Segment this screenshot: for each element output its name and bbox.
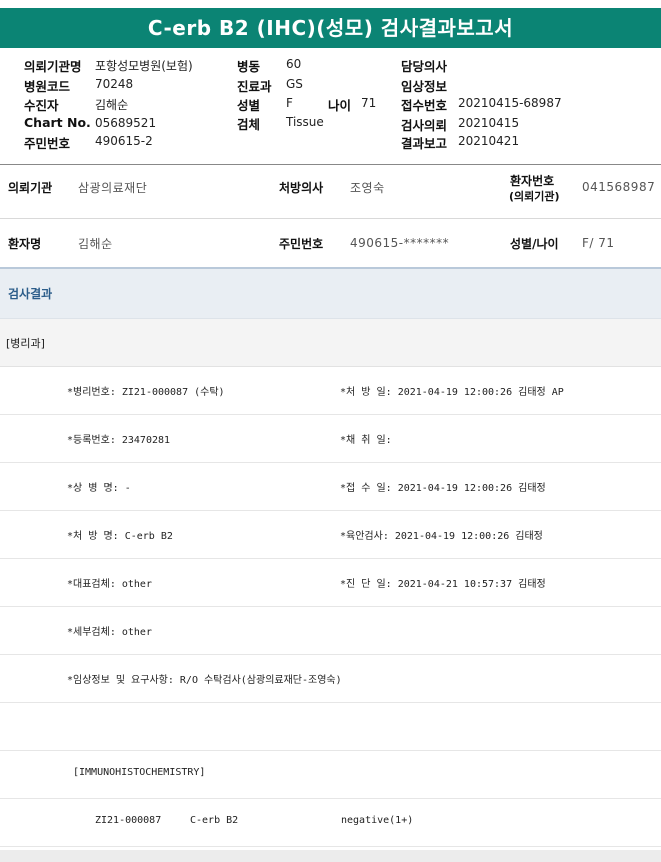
info-row-1: 의뢰기관 삼광의료재단 처방의사 조영숙 환자번호 (의뢰기관) 0415689… bbox=[0, 168, 661, 219]
result-section-title: 검사결과 bbox=[8, 287, 53, 301]
doctor-label: 담당의사 bbox=[401, 59, 448, 74]
clinical-info-label: 임상정보 bbox=[401, 79, 448, 94]
result-row: ZI21-000087 C-erb B2 negative(1+) bbox=[0, 799, 661, 847]
rrn-value: 490615-******* bbox=[350, 236, 450, 250]
chart-no-label: Chart No. bbox=[24, 115, 91, 130]
ihc-number: ZI21-000087 bbox=[95, 815, 162, 826]
sex-label: 성별 bbox=[237, 98, 261, 113]
diagnosis-date: *진 단 일: 2021-04-21 10:57:37 김태정 bbox=[340, 579, 546, 590]
sex-age-value: F/ 71 bbox=[582, 236, 615, 250]
result-row-empty bbox=[0, 703, 661, 751]
department-value: GS bbox=[286, 77, 303, 91]
patient-no-sublabel: (의뢰기관) bbox=[509, 190, 560, 203]
receipt-no-value: 20210415-68987 bbox=[458, 96, 562, 110]
representative-specimen: *대표검체: other bbox=[67, 579, 152, 590]
prescription-name: *처 방 명: C-erb B2 bbox=[67, 531, 173, 542]
pathology-subsection: [병리과] bbox=[0, 319, 661, 367]
result-row: [IMMUNOHISTOCHEMISTRY] bbox=[0, 751, 661, 799]
ward-value: 60 bbox=[286, 57, 302, 71]
patient-name-label: 환자명 bbox=[8, 237, 42, 251]
ihc-marker: C-erb B2 bbox=[190, 815, 239, 826]
report-header: 의뢰기관명 포항성모병원(보험) 병원코드 70248 수진자 김해순 Char… bbox=[0, 48, 661, 165]
department-label: 진료과 bbox=[237, 79, 272, 94]
patient-label: 수진자 bbox=[24, 98, 59, 113]
result-row: *상 병 명: - *접 수 일: 2021-04-19 12:00:26 김태… bbox=[0, 463, 661, 511]
org-value: 삼광의료재단 bbox=[78, 181, 148, 195]
sex-age-label: 성별/나이 bbox=[510, 237, 559, 251]
result-row: *대표검체: other *진 단 일: 2021-04-21 10:57:37… bbox=[0, 559, 661, 607]
patient-value: 김해순 bbox=[95, 98, 129, 112]
prescriber-label: 처방의사 bbox=[279, 181, 324, 195]
result-row: *처 방 명: C-erb B2 *육안검사: 2021-04-19 12:00… bbox=[0, 511, 661, 559]
result-row: *등록번호: 23470281 *채 취 일: bbox=[0, 415, 661, 463]
sex-value: F bbox=[286, 96, 293, 110]
ward-label: 병동 bbox=[237, 59, 261, 74]
receipt-date: *접 수 일: 2021-04-19 12:00:26 김태정 bbox=[340, 483, 546, 494]
hospital-value: 포항성모병원(보험) bbox=[95, 59, 193, 73]
specimen-label: 검체 bbox=[237, 117, 261, 132]
patient-no-label: 환자번호 bbox=[510, 174, 555, 188]
specimen-value: Tissue bbox=[286, 115, 324, 129]
patient-name-value: 김해순 bbox=[78, 237, 113, 251]
result-row: *세부검체: other bbox=[0, 607, 661, 655]
bottom-strip bbox=[0, 850, 661, 862]
gross-exam: *육안검사: 2021-04-19 12:00:26 김태정 bbox=[340, 531, 543, 542]
report-title: C-erb B2 (IHC)(성모) 검사결과보고서 bbox=[0, 8, 661, 48]
hospital-code-label: 병원코드 bbox=[24, 79, 71, 94]
result-section-header: 검사결과 bbox=[0, 269, 661, 319]
prescription-date: *처 방 일: 2021-04-19 12:00:26 김태정 AP bbox=[340, 387, 564, 398]
pathology-number: *병리번호: ZI21-000087 (수탁) bbox=[67, 387, 225, 398]
resident-id-label: 주민번호 bbox=[24, 136, 71, 151]
receipt-no-label: 접수번호 bbox=[401, 98, 448, 113]
result-row: *임상정보 및 요구사항: R/O 수탁검사(삼광의료재단-조영숙) bbox=[0, 655, 661, 703]
age-value: 71 bbox=[361, 96, 377, 110]
result-row: *병리번호: ZI21-000087 (수탁) *처 방 일: 2021-04-… bbox=[0, 367, 661, 415]
patient-no-value: 041568987 bbox=[582, 180, 656, 194]
rrn-label: 주민번호 bbox=[279, 237, 324, 251]
report-date-label: 결과보고 bbox=[401, 136, 448, 151]
collection-date: *채 취 일: bbox=[340, 435, 392, 446]
org-label: 의뢰기관 bbox=[8, 181, 53, 195]
request-date-label: 검사의뢰 bbox=[401, 118, 448, 133]
registration-number: *등록번호: 23470281 bbox=[67, 435, 171, 446]
clinical-info-request: *임상정보 및 요구사항: R/O 수탁검사(삼광의료재단-조영숙) bbox=[67, 675, 342, 686]
detail-specimen: *세부검체: other bbox=[67, 627, 152, 638]
pathology-subsection-title: [병리과] bbox=[6, 337, 45, 350]
prescriber-value: 조영숙 bbox=[350, 181, 385, 195]
resident-id-value: 490615-2 bbox=[95, 134, 153, 148]
ihc-result: negative(1+) bbox=[341, 815, 414, 826]
chart-no-value: 05689521 bbox=[95, 116, 157, 130]
disease-name: *상 병 명: - bbox=[67, 483, 131, 494]
hospital-label: 의뢰기관명 bbox=[24, 59, 82, 74]
report-date-value: 20210421 bbox=[458, 134, 520, 148]
info-row-2: 환자명 김해순 주민번호 490615-******* 성별/나이 F/ 71 bbox=[0, 219, 661, 269]
hospital-code-value: 70248 bbox=[95, 77, 134, 91]
ihc-header: [IMMUNOHISTOCHEMISTRY] bbox=[73, 767, 206, 778]
age-label: 나이 bbox=[328, 98, 352, 113]
request-date-value: 20210415 bbox=[458, 116, 520, 130]
